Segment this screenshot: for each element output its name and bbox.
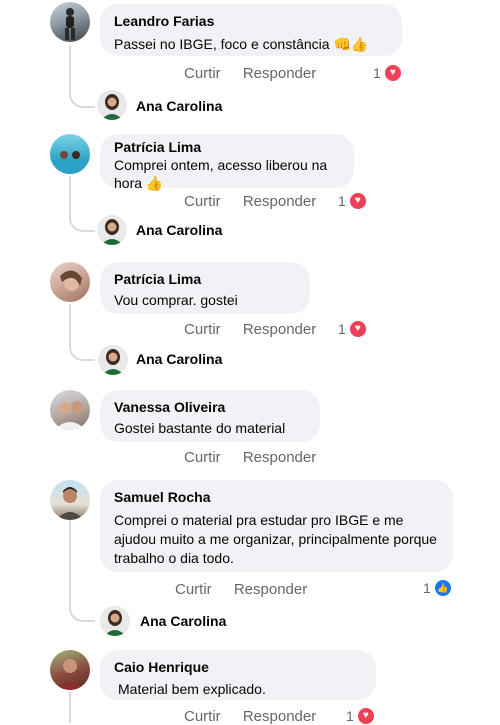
comment-bubble: Patrícia Lima Vou comprar. gostei bbox=[100, 262, 310, 314]
heart-icon: ♥ bbox=[357, 708, 374, 724]
comment-bubble: Caio Henrique Material bem explicado. bbox=[100, 650, 376, 700]
reply-button[interactable]: Responder bbox=[243, 193, 316, 210]
reply-author[interactable]: Ana Carolina bbox=[140, 613, 226, 629]
like-button[interactable]: Curtir bbox=[175, 581, 212, 598]
comment-actions: Curtir Responder bbox=[184, 193, 316, 210]
heart-icon: ♥ bbox=[349, 321, 366, 337]
comment-text: Comprei ontem, acesso liberou na hora 👍 bbox=[114, 157, 328, 191]
reaction-summary[interactable]: 1 ♥ bbox=[373, 65, 401, 81]
person-photo-icon bbox=[56, 659, 84, 690]
reaction-count: 1 bbox=[346, 708, 354, 724]
runner-photo-icon bbox=[65, 8, 75, 40]
comment-actions: Curtir Responder bbox=[184, 708, 316, 725]
comment-author[interactable]: Samuel Rocha bbox=[114, 488, 441, 506]
comment-actions: Curtir Responder bbox=[184, 65, 316, 82]
comment-author[interactable]: Patrícia Lima bbox=[114, 138, 342, 156]
avatar[interactable] bbox=[50, 2, 90, 42]
person-photo-icon bbox=[98, 345, 128, 375]
comment-text: Passei no IBGE, foco e constância 👊👍 bbox=[114, 36, 369, 52]
reaction-summary[interactable]: 1 ♥ bbox=[338, 193, 366, 209]
heart-icon: ♥ bbox=[349, 193, 366, 209]
like-button[interactable]: Curtir bbox=[184, 193, 221, 210]
person-photo-icon bbox=[97, 90, 127, 120]
avatar[interactable] bbox=[50, 480, 90, 520]
reaction-summary[interactable]: 1 👍 bbox=[423, 580, 451, 596]
reply-avatar[interactable] bbox=[98, 345, 128, 375]
reaction-count: 1 bbox=[373, 65, 381, 81]
reply-button[interactable]: Responder bbox=[243, 708, 316, 725]
reply-button[interactable]: Responder bbox=[234, 581, 307, 598]
avatar[interactable] bbox=[50, 390, 90, 430]
person-photo-icon bbox=[97, 215, 127, 245]
comment-bubble: Vanessa Oliveira Gostei bastante do mate… bbox=[100, 390, 320, 442]
reaction-summary[interactable]: 1 ♥ bbox=[338, 321, 366, 337]
thread-line bbox=[69, 520, 71, 610]
comment-bubble: Leandro Farias Passei no IBGE, foco e co… bbox=[100, 4, 402, 56]
reaction-count: 1 bbox=[423, 580, 431, 596]
reply-button[interactable]: Responder bbox=[243, 449, 316, 466]
couple-photo-icon bbox=[54, 401, 86, 430]
person-photo-icon bbox=[60, 270, 82, 291]
thread-line bbox=[69, 692, 71, 723]
reply-button[interactable]: Responder bbox=[243, 65, 316, 82]
thread-connector bbox=[69, 208, 95, 232]
thumbs-up-icon: 👍 bbox=[434, 580, 451, 596]
comment-text: Gostei bastante do material bbox=[114, 420, 286, 436]
comment-text: Material bem explicado. bbox=[118, 681, 266, 697]
reaction-count: 1 bbox=[338, 193, 346, 209]
comment-author[interactable]: Leandro Farias bbox=[114, 12, 390, 30]
person-photo-icon bbox=[100, 606, 130, 636]
reply-avatar[interactable] bbox=[97, 215, 127, 245]
comment-bubble: Samuel Rocha Comprei o material pra estu… bbox=[100, 480, 453, 572]
comment-actions: Curtir Responder bbox=[184, 449, 316, 466]
comment-text: Vou comprar. gostei bbox=[114, 292, 238, 308]
like-button[interactable]: Curtir bbox=[184, 65, 221, 82]
reply-button[interactable]: Responder bbox=[243, 321, 316, 338]
avatar[interactable] bbox=[50, 134, 90, 174]
avatar[interactable] bbox=[50, 262, 90, 302]
heart-icon: ♥ bbox=[384, 65, 401, 81]
reply-avatar[interactable] bbox=[97, 90, 127, 120]
person-photo-icon bbox=[56, 487, 84, 520]
comment-author[interactable]: Caio Henrique bbox=[114, 658, 364, 676]
like-button[interactable]: Curtir bbox=[184, 321, 221, 338]
reply-author[interactable]: Ana Carolina bbox=[136, 351, 222, 367]
reply-avatar[interactable] bbox=[100, 606, 130, 636]
thread-connector bbox=[69, 337, 95, 361]
thread-connector bbox=[69, 84, 95, 108]
pool-photo-icon bbox=[50, 151, 90, 174]
reply-author[interactable]: Ana Carolina bbox=[136, 222, 222, 238]
reply-author[interactable]: Ana Carolina bbox=[136, 98, 222, 114]
reaction-count: 1 bbox=[338, 321, 346, 337]
avatar[interactable] bbox=[50, 650, 90, 690]
comment-actions: Curtir Responder bbox=[184, 321, 316, 338]
thread-connector bbox=[69, 598, 95, 622]
reaction-summary[interactable]: 1 ♥ bbox=[346, 708, 374, 724]
like-button[interactable]: Curtir bbox=[184, 449, 221, 466]
comment-actions: Curtir Responder bbox=[175, 581, 307, 598]
comment-author[interactable]: Patrícia Lima bbox=[114, 270, 298, 288]
like-button[interactable]: Curtir bbox=[184, 708, 221, 725]
comment-bubble: Patrícia Lima Comprei ontem, acesso libe… bbox=[100, 134, 354, 191]
comment-author[interactable]: Vanessa Oliveira bbox=[114, 398, 308, 416]
comment-text: Comprei o material pra estudar pro IBGE … bbox=[114, 512, 437, 566]
